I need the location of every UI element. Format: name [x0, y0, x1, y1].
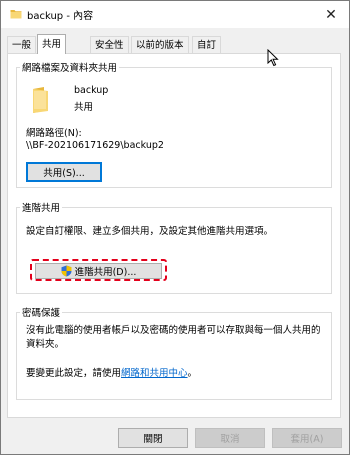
folder-icon: [10, 10, 22, 19]
network-path-label: 網路路徑(N):: [26, 128, 82, 139]
advanced-sharing-label: 進階共用(D)...: [74, 267, 137, 278]
network-sharing-center-link[interactable]: 網路和共用中心: [121, 368, 188, 379]
folder-status: 共用: [74, 102, 94, 113]
cancel-button[interactable]: 取消: [195, 428, 265, 448]
network-path-value: \\BF-202106171629\backup2: [26, 140, 164, 151]
tab-security[interactable]: 安全性: [90, 36, 129, 53]
folder-name: backup: [74, 85, 109, 96]
folder-icon: [33, 87, 48, 113]
password-protection-group: 密碼保護: [16, 305, 332, 400]
advanced-sharing-description: 設定自訂權限、建立多個共用，及設定其他進階共用選項。: [26, 226, 274, 237]
close-icon[interactable]: ✕: [313, 1, 349, 28]
window-title: backup - 內容: [27, 11, 94, 22]
close-button[interactable]: 關閉: [118, 428, 188, 448]
tab-previous-versions[interactable]: 以前的版本: [131, 36, 189, 53]
change-setting-suffix: 。: [187, 368, 198, 379]
tab-customize[interactable]: 自訂: [192, 36, 222, 53]
password-description: 沒有此電腦的使用者帳戶以及密碼的使用者可以存取與每一個人共用的資料夾。: [26, 325, 321, 350]
network-sharing-legend: 網路檔案及資料夾共用: [22, 63, 118, 74]
tab-sharing[interactable]: 共用: [37, 34, 67, 54]
change-setting-text: 要變更此設定，請使用網路和共用中心。: [26, 365, 197, 379]
shield-icon: [61, 265, 72, 277]
tab-general[interactable]: 一般: [7, 36, 37, 53]
password-protection-legend: 密碼保護: [22, 308, 61, 319]
properties-dialog: backup - 內容 ✕ 一般 共用 安全性 以前的版本 自訂 網路檔案及資料…: [0, 0, 350, 455]
mouse-cursor-icon: [267, 49, 279, 67]
title-bar[interactable]: backup - 內容 ✕: [1, 1, 349, 28]
apply-button[interactable]: 套用(A): [272, 428, 342, 448]
change-setting-prefix: 要變更此設定，請使用: [26, 368, 122, 379]
tab-panel: 網路檔案及資料夾共用 backup 共用 網路路徑(N): \\BF-20210…: [7, 53, 341, 418]
advanced-sharing-legend: 進階共用: [22, 203, 61, 214]
share-button[interactable]: 共用(S)...: [26, 162, 102, 182]
advanced-sharing-button[interactable]: 進階共用(D)...: [35, 263, 162, 279]
